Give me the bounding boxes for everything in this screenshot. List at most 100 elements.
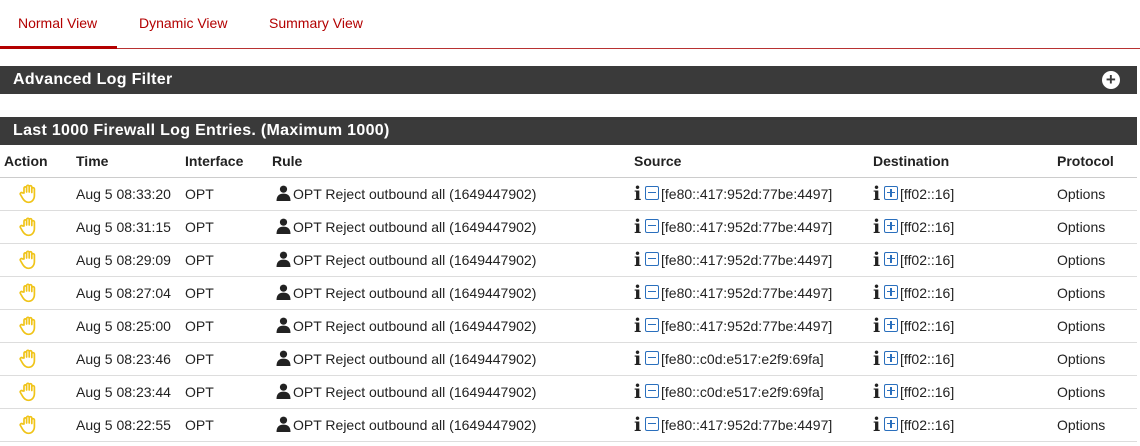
info-icon[interactable]: i	[873, 348, 882, 370]
rule-cell: OPT Reject outbound all (1649447902)	[268, 342, 630, 376]
source-address[interactable]: [fe80::417:952d:77be:4497]	[661, 417, 832, 433]
info-icon[interactable]: i	[873, 414, 882, 436]
hand-reject-icon[interactable]	[18, 184, 40, 204]
block-source-minus-icon[interactable]	[645, 218, 659, 233]
pass-destination-plus-icon[interactable]	[884, 218, 898, 233]
user-icon[interactable]	[276, 218, 291, 234]
protocol-cell: Options	[1053, 342, 1137, 376]
source-address[interactable]: [fe80::c0d:e517:e2f9:69fa]	[661, 384, 824, 400]
destination-address[interactable]: [ff02::16]	[900, 285, 954, 301]
destination-address[interactable]: [ff02::16]	[900, 384, 954, 400]
source-address[interactable]: [fe80::417:952d:77be:4497]	[661, 219, 832, 235]
destination-address[interactable]: [ff02::16]	[900, 186, 954, 202]
block-source-minus-icon[interactable]	[645, 350, 659, 365]
destination-address[interactable]: [ff02::16]	[900, 417, 954, 433]
user-icon[interactable]	[276, 317, 291, 333]
advanced-log-filter-panel-header[interactable]: Advanced Log Filter +	[0, 66, 1137, 94]
pass-destination-plus-icon[interactable]	[884, 383, 898, 398]
rule-text[interactable]: OPT Reject outbound all (1649447902)	[293, 219, 536, 235]
info-icon[interactable]: i	[634, 315, 643, 337]
pass-destination-plus-icon[interactable]	[884, 350, 898, 365]
destination-address[interactable]: [ff02::16]	[900, 318, 954, 334]
info-icon[interactable]: i	[634, 381, 643, 403]
user-icon[interactable]	[276, 251, 291, 267]
pass-destination-plus-icon[interactable]	[884, 317, 898, 332]
interface-cell: OPT	[181, 276, 268, 310]
pass-destination-plus-icon[interactable]	[884, 251, 898, 266]
destination-cell: i [ff02::16]	[869, 276, 1053, 310]
rule-cell: OPT Reject outbound all (1649447902)	[268, 408, 630, 442]
source-address[interactable]: [fe80::417:952d:77be:4497]	[661, 285, 832, 301]
source-cell: i [fe80::417:952d:77be:4497]	[630, 177, 869, 211]
info-icon[interactable]: i	[873, 183, 882, 205]
source-address[interactable]: [fe80::417:952d:77be:4497]	[661, 318, 832, 334]
user-icon[interactable]	[276, 350, 291, 366]
hand-reject-icon[interactable]	[18, 217, 40, 237]
info-icon[interactable]: i	[634, 183, 643, 205]
rule-text[interactable]: OPT Reject outbound all (1649447902)	[293, 417, 536, 433]
info-icon[interactable]: i	[634, 282, 643, 304]
destination-address[interactable]: [ff02::16]	[900, 219, 954, 235]
block-source-minus-icon[interactable]	[645, 185, 659, 200]
column-header-action: Action	[0, 145, 72, 178]
block-source-minus-icon[interactable]	[645, 251, 659, 266]
rule-text[interactable]: OPT Reject outbound all (1649447902)	[293, 285, 536, 301]
pass-destination-plus-icon[interactable]	[884, 416, 898, 431]
user-icon[interactable]	[276, 383, 291, 399]
block-source-minus-icon[interactable]	[645, 416, 659, 431]
column-header-source: Source	[630, 145, 869, 178]
hand-reject-icon[interactable]	[18, 250, 40, 270]
info-icon[interactable]: i	[634, 348, 643, 370]
hand-reject-icon[interactable]	[18, 283, 40, 303]
block-source-minus-icon[interactable]	[645, 383, 659, 398]
user-icon[interactable]	[276, 416, 291, 432]
source-cell: i [fe80::c0d:e517:e2f9:69fa]	[630, 375, 869, 409]
pass-destination-plus-icon[interactable]	[884, 185, 898, 200]
info-icon[interactable]: i	[873, 315, 882, 337]
info-icon[interactable]: i	[634, 414, 643, 436]
user-icon[interactable]	[276, 185, 291, 201]
protocol-cell: Options	[1053, 309, 1137, 343]
info-icon[interactable]: i	[634, 249, 643, 271]
info-icon[interactable]: i	[873, 216, 882, 238]
rule-text[interactable]: OPT Reject outbound all (1649447902)	[293, 351, 536, 367]
source-address[interactable]: [fe80::c0d:e517:e2f9:69fa]	[661, 351, 824, 367]
info-icon[interactable]: i	[873, 282, 882, 304]
source-address[interactable]: [fe80::417:952d:77be:4497]	[661, 252, 832, 268]
info-icon[interactable]: i	[873, 249, 882, 271]
rule-text[interactable]: OPT Reject outbound all (1649447902)	[293, 384, 536, 400]
hand-reject-icon[interactable]	[18, 316, 40, 336]
time-cell: Aug 5 08:23:46	[72, 342, 181, 376]
info-icon[interactable]: i	[634, 216, 643, 238]
destination-address[interactable]: [ff02::16]	[900, 252, 954, 268]
interface-cell: OPT	[181, 210, 268, 244]
action-cell	[0, 375, 72, 409]
user-icon[interactable]	[276, 284, 291, 300]
rule-text[interactable]: OPT Reject outbound all (1649447902)	[293, 186, 536, 202]
hand-reject-icon[interactable]	[18, 349, 40, 369]
hand-reject-icon[interactable]	[18, 382, 40, 402]
pass-destination-plus-icon[interactable]	[884, 284, 898, 299]
table-row: Aug 5 08:22:55 OPT OPT Reject outbound a…	[0, 408, 1137, 442]
table-row: Aug 5 08:27:04 OPT OPT Reject outbound a…	[0, 276, 1137, 310]
advanced-log-filter-title: Advanced Log Filter	[13, 71, 173, 88]
block-source-minus-icon[interactable]	[645, 317, 659, 332]
destination-cell: i [ff02::16]	[869, 309, 1053, 343]
tab-normal-view[interactable]: Normal View	[0, 0, 117, 49]
tab-dynamic-view[interactable]: Dynamic View	[121, 0, 245, 49]
time-cell: Aug 5 08:33:20	[72, 177, 181, 211]
tab-summary-view[interactable]: Summary View	[251, 0, 381, 49]
action-cell	[0, 408, 72, 442]
hand-reject-icon[interactable]	[18, 415, 40, 435]
interface-cell: OPT	[181, 309, 268, 343]
info-icon[interactable]: i	[873, 381, 882, 403]
rule-text[interactable]: OPT Reject outbound all (1649447902)	[293, 252, 536, 268]
block-source-minus-icon[interactable]	[645, 284, 659, 299]
source-address[interactable]: [fe80::417:952d:77be:4497]	[661, 186, 832, 202]
rule-cell: OPT Reject outbound all (1649447902)	[268, 177, 630, 211]
source-cell: i [fe80::c0d:e517:e2f9:69fa]	[630, 342, 869, 376]
destination-address[interactable]: [ff02::16]	[900, 351, 954, 367]
rule-text[interactable]: OPT Reject outbound all (1649447902)	[293, 318, 536, 334]
plus-circle-icon[interactable]: +	[1102, 71, 1120, 89]
rule-cell: OPT Reject outbound all (1649447902)	[268, 210, 630, 244]
